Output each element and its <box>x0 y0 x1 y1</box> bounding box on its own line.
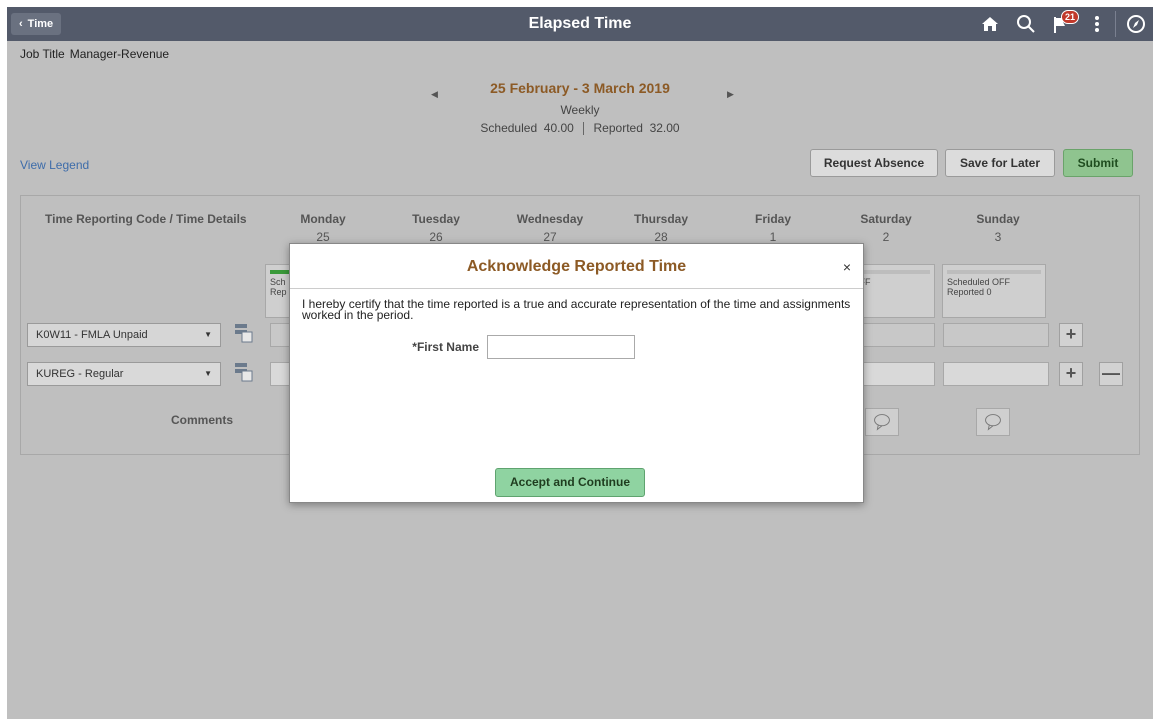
home-icon[interactable] <box>979 13 1001 35</box>
day-name: Monday <box>300 212 346 226</box>
compass-icon[interactable] <box>1125 13 1147 35</box>
kebab-menu-icon[interactable] <box>1086 13 1108 35</box>
day-date: 2 <box>882 230 890 244</box>
day-header-tuesday: Tuesday 26 <box>391 212 481 244</box>
acknowledge-dialog: Acknowledge Reported Time × I hereby cer… <box>289 243 864 503</box>
request-absence-button[interactable]: Request Absence <box>810 149 938 177</box>
card-line: Scheduled OFF <box>947 277 1011 287</box>
hours-cell[interactable] <box>270 323 290 347</box>
day-header-thursday: Thursday 28 <box>616 212 706 244</box>
trc-column-header: Time Reporting Code / Time Details <box>45 212 247 226</box>
job-title-label: Job Title <box>20 47 65 61</box>
comments-label: Comments <box>171 413 234 427</box>
day-header-wednesday: Wednesday 27 <box>505 212 595 244</box>
schedule-progress <box>947 270 1041 274</box>
first-name-field[interactable] <box>487 335 635 359</box>
day-name: Tuesday <box>412 212 460 226</box>
hours-cell[interactable] <box>943 323 1049 347</box>
divider <box>1115 11 1116 37</box>
trc-select-row-1[interactable]: K0W11 - FMLA Unpaid ▼ <box>27 323 221 347</box>
remove-row-button[interactable]: — <box>1099 362 1123 386</box>
reported-label: Reported <box>593 121 643 135</box>
comment-icon[interactable] <box>865 408 899 436</box>
summary-separator <box>583 122 585 136</box>
certification-text: I hereby certify that the time reported … <box>302 297 851 322</box>
notification-badge: 21 <box>1061 10 1080 24</box>
card-line: Reported 0 <box>947 287 992 297</box>
trc-value: K0W11 - FMLA Unpaid <box>36 329 148 341</box>
hours-cell[interactable] <box>859 323 935 347</box>
day-date: 26 <box>429 230 443 244</box>
view-legend-link[interactable]: View Legend <box>20 158 89 172</box>
time-details-icon[interactable] <box>234 323 254 343</box>
day-header-friday: Friday 1 <box>728 212 818 244</box>
add-row-button[interactable]: + <box>1059 362 1083 386</box>
day-header-saturday: Saturday 2 <box>841 212 931 244</box>
job-title-value: Manager-Revenue <box>69 47 170 61</box>
next-period-icon[interactable]: ▶ <box>727 89 734 100</box>
day-date: 28 <box>654 230 668 244</box>
period-frequency: Weekly <box>560 103 600 117</box>
day-date: 3 <box>994 230 1002 244</box>
time-details-icon[interactable] <box>234 362 254 382</box>
day-date: 1 <box>769 230 777 244</box>
period-summary: Scheduled 40.00 Reported 32.00 <box>7 121 1153 136</box>
top-banner: ‹ Time Elapsed Time 21 <box>7 7 1153 41</box>
first-name-label: *First Name <box>412 340 479 354</box>
day-header-monday: Monday 25 <box>278 212 368 244</box>
save-for-later-button[interactable]: Save for Later <box>945 149 1055 177</box>
accept-and-continue-button[interactable]: Accept and Continue <box>495 468 645 497</box>
day-date: 27 <box>543 230 557 244</box>
trc-select-row-2[interactable]: KUREG - Regular ▼ <box>27 362 221 386</box>
day-name: Thursday <box>633 212 688 226</box>
dialog-title: Acknowledge Reported Time <box>466 258 687 275</box>
hours-cell[interactable] <box>859 362 935 386</box>
day-name: Wednesday <box>516 212 584 226</box>
submit-button[interactable]: Submit <box>1063 149 1133 177</box>
day-header-sunday: Sunday 3 <box>953 212 1043 244</box>
trc-value: KUREG - Regular <box>36 368 124 380</box>
search-icon[interactable] <box>1015 13 1037 35</box>
close-icon[interactable]: × <box>843 259 851 275</box>
scheduled-label: Scheduled <box>480 121 538 135</box>
reported-value: 32.00 <box>649 121 680 135</box>
hours-cell[interactable] <box>270 362 290 386</box>
schedule-card-sunday[interactable]: Scheduled OFF Reported 0 <box>942 264 1046 318</box>
comment-icon[interactable] <box>976 408 1010 436</box>
scheduled-value: 40.00 <box>543 121 574 135</box>
dropdown-arrow-icon: ▼ <box>204 369 212 378</box>
job-title: Job Title Manager-Revenue <box>20 47 169 61</box>
period-range: 25 February - 3 March 2019 <box>490 80 670 96</box>
day-date: 25 <box>316 230 330 244</box>
add-row-button[interactable]: + <box>1059 323 1083 347</box>
hours-cell[interactable] <box>943 362 1049 386</box>
dropdown-arrow-icon: ▼ <box>204 330 212 339</box>
day-name: Friday <box>754 212 791 226</box>
day-name: Saturday <box>860 212 912 226</box>
app-frame: ‹ Time Elapsed Time 21 Job Title Manager-R… <box>7 7 1153 719</box>
day-name: Sunday <box>976 212 1020 226</box>
dialog-divider <box>290 288 863 289</box>
